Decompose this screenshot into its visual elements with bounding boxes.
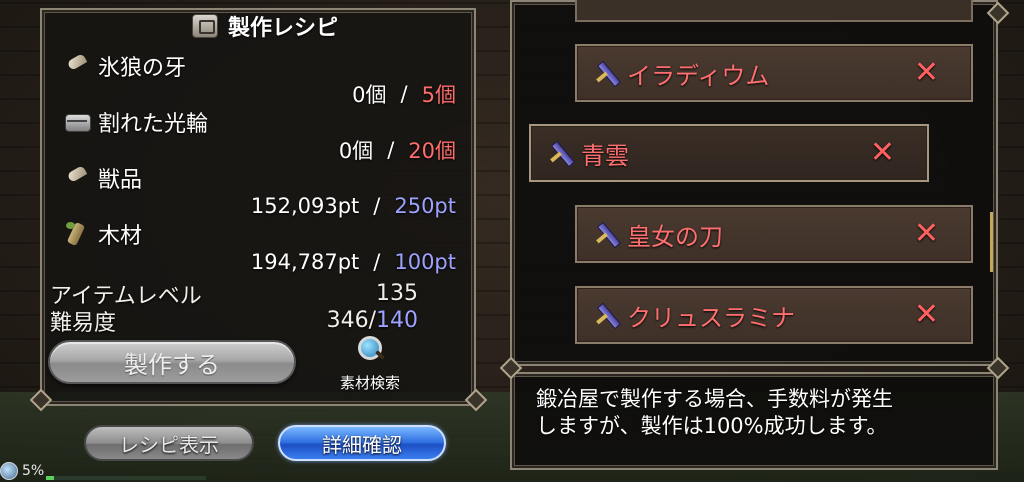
material-need: 20個 bbox=[408, 139, 456, 163]
separator: / bbox=[400, 82, 408, 106]
sword-icon bbox=[547, 139, 575, 167]
wood-icon bbox=[64, 222, 90, 246]
recipe-item[interactable]: イラディウム ✕ bbox=[575, 44, 973, 102]
unavailable-x-icon: ✕ bbox=[913, 297, 939, 332]
hud-status: 5% bbox=[0, 460, 44, 482]
difficulty-need: 140 bbox=[376, 308, 418, 333]
scrollbar-thumb[interactable] bbox=[990, 212, 993, 272]
recipe-name: クリュスラミナ bbox=[627, 303, 795, 332]
detail-button[interactable]: 詳細確認 bbox=[278, 425, 446, 461]
craft-button[interactable]: 製作する bbox=[48, 340, 296, 384]
magnifier-icon bbox=[355, 334, 385, 364]
material-name: 氷狼の牙 bbox=[98, 56, 187, 81]
difficulty-value: 346/140 bbox=[327, 308, 420, 333]
panel-title: 製作レシピ bbox=[228, 16, 339, 41]
material-row: 獣品 152,093pt / 250pt bbox=[64, 164, 464, 220]
separator: / bbox=[373, 250, 381, 274]
fang-icon bbox=[64, 54, 90, 78]
sword-icon bbox=[593, 220, 621, 248]
unavailable-x-icon: ✕ bbox=[913, 55, 939, 90]
material-have: 0個 bbox=[352, 83, 387, 107]
hud-progress-bar bbox=[46, 476, 206, 480]
material-need: 5個 bbox=[421, 83, 456, 107]
material-need: 100pt bbox=[394, 250, 456, 274]
recipe-item-selected[interactable]: 青雲 ✕ bbox=[529, 124, 929, 182]
sword-icon bbox=[593, 59, 621, 87]
material-name: 割れた光輪 bbox=[98, 112, 209, 137]
material-need: 250pt bbox=[394, 194, 456, 218]
material-have: 0個 bbox=[338, 139, 374, 163]
recipe-book-icon bbox=[192, 14, 218, 38]
recipe-item[interactable]: クリュスラミナ ✕ bbox=[575, 286, 973, 344]
hud-percent: 5% bbox=[22, 463, 45, 479]
unavailable-x-icon: ✕ bbox=[869, 135, 895, 170]
sword-icon bbox=[593, 301, 621, 329]
fang-icon bbox=[64, 166, 90, 190]
recipe-display-button[interactable]: レシピ表示 bbox=[84, 425, 254, 461]
recipe-name: イラディウム bbox=[627, 61, 770, 90]
hud-progress-fill bbox=[46, 476, 54, 480]
item-level-value: 135 bbox=[376, 281, 418, 306]
material-search-label: 素材検索 bbox=[339, 374, 400, 392]
difficulty-label: 難易度 bbox=[50, 310, 117, 336]
material-name: 木材 bbox=[98, 224, 143, 249]
separator: / bbox=[373, 194, 381, 218]
info-line: 鍛冶屋で製作する場合、手数料が発生 bbox=[536, 387, 893, 411]
material-search-button[interactable]: 素材検索 bbox=[330, 334, 410, 393]
recipe-item-partial[interactable] bbox=[575, 0, 973, 22]
info-message-box: 鍛冶屋で製作する場合、手数料が発生 しますが、製作は100%成功します。 bbox=[510, 372, 998, 470]
recipe-name: 皇女の刀 bbox=[627, 222, 723, 251]
material-have: 194,787pt bbox=[250, 250, 360, 274]
separator: / bbox=[387, 138, 395, 162]
status-orb-icon bbox=[0, 462, 18, 480]
unavailable-x-icon: ✕ bbox=[913, 216, 939, 251]
chest-icon bbox=[64, 110, 91, 134]
difficulty-have: 346/ bbox=[326, 308, 376, 333]
recipe-item[interactable]: 皇女の刀 ✕ bbox=[575, 205, 973, 263]
material-name: 獣品 bbox=[98, 168, 143, 193]
material-have: 152,093pt bbox=[250, 194, 360, 218]
material-row: 氷狼の牙 0個 / 5個 bbox=[64, 52, 464, 108]
material-row: 割れた光輪 0個 / 20個 bbox=[64, 108, 464, 164]
recipe-stats: アイテムレベル 135 難易度 346/140 bbox=[50, 280, 420, 336]
recipe-name: 青雲 bbox=[581, 141, 629, 170]
panel-title-row: 製作レシピ bbox=[192, 10, 338, 42]
info-line: しますが、製作は100%成功します。 bbox=[536, 414, 888, 438]
material-row: 木材 194,787pt / 100pt bbox=[64, 220, 464, 276]
